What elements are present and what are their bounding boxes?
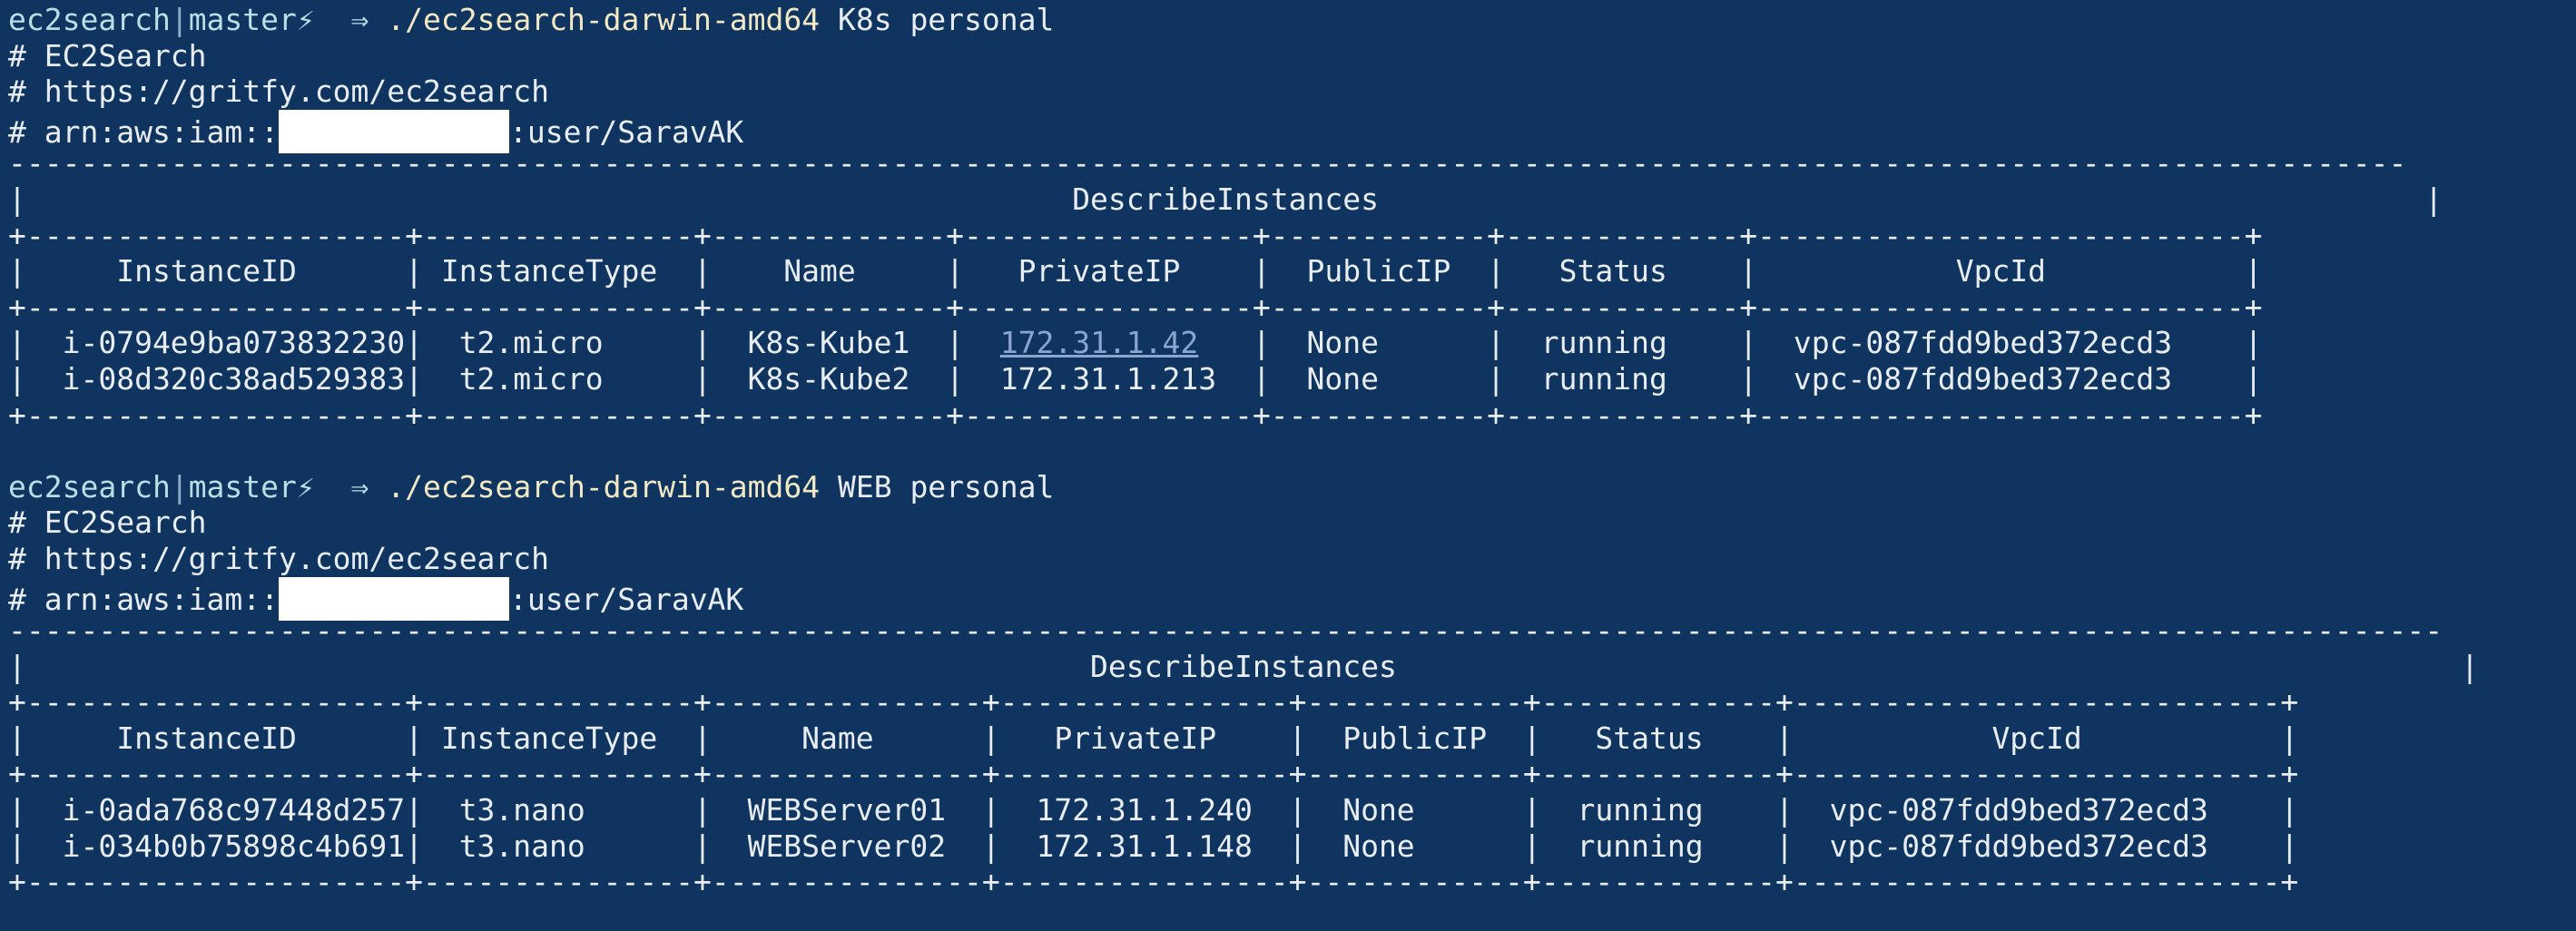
arn-prefix: # arn:aws:iam:: (8, 581, 280, 617)
prompt-separator: | (170, 468, 189, 505)
command-prompt-line: ec2search|master⚡ ⇒ ./ec2search-darwin-a… (8, 2, 2576, 38)
prompt-arrow-icon: ⇒ (350, 2, 369, 37)
prompt-directory: ec2search (8, 468, 171, 505)
table-row: | i-0ada768c97448d257| t3.nano | WEBServ… (8, 792, 2576, 828)
table-row-cells-rest: | None | running | vpc-087fdd9bed372ecd3… (1198, 325, 2263, 361)
output-title-line: # EC2Search (8, 37, 207, 74)
command-arguments: WEB personal (837, 468, 1055, 505)
table-top-border: ----------------------------------------… (8, 145, 2407, 181)
output-arn-line: # arn:aws:iam:::user/SaravAK (8, 109, 2576, 153)
arn-suffix: :user/SaravAK (509, 113, 744, 150)
command-prompt-line: ec2search|master⚡ ⇒ ./ec2search-darwin-a… (8, 469, 2576, 505)
table-row-cells: | i-0ada768c97448d257| t3.nano | WEBServ… (8, 792, 2299, 828)
prompt-git-branch: master⚡ (188, 2, 315, 37)
arn-prefix: # arn:aws:iam:: (8, 113, 280, 150)
output-title-line: # EC2Search (8, 505, 207, 541)
table-top-border: ----------------------------------------… (8, 612, 2443, 649)
prompt-git-branch: master⚡ (188, 468, 315, 505)
table-separator: +---------------------+---------------+-… (8, 397, 2263, 433)
private-ip-link[interactable]: 172.31.1.42 (1000, 325, 1199, 360)
table-row: | i-08d320c38ad529383| t2.micro | K8s-Ku… (8, 361, 2576, 397)
output-url-line: # https://gritfy.com/ec2search (8, 74, 550, 110)
table-row-cells: | i-08d320c38ad529383| t2.micro | K8s-Ku… (8, 360, 2263, 397)
command-arguments: K8s personal (837, 2, 1055, 37)
arn-suffix: :user/SaravAK (509, 581, 744, 617)
table-separator: +---------------------+---------------+-… (8, 756, 2299, 792)
table-header-row: | InstanceID | InstanceType | Name | Pri… (8, 253, 2263, 289)
command-executable: ./ec2search-darwin-amd64 (387, 468, 821, 505)
prompt-separator: | (170, 2, 189, 37)
output-arn-line: # arn:aws:iam:::user/SaravAK (8, 576, 2576, 621)
table-row-cells: | i-0794e9ba073832230| t2.micro | K8s-Ku… (8, 325, 1000, 361)
table-header-row: | InstanceID | InstanceType | Name | Pri… (8, 720, 2299, 756)
table-separator: +---------------------+---------------+-… (8, 217, 2263, 253)
prompt-arrow-icon: ⇒ (350, 468, 369, 505)
table-title-row: | DescribeInstances | (8, 181, 2443, 217)
table-row-cells: | i-034b0b75898c4b691| t3.nano | WEBServ… (8, 828, 2299, 864)
terminal-window[interactable]: ec2search|master⚡ ⇒ ./ec2search-darwin-a… (0, 0, 2576, 931)
table-row: | i-034b0b75898c4b691| t3.nano | WEBServ… (8, 828, 2576, 865)
table-separator: +---------------------+---------------+-… (8, 864, 2299, 900)
table-separator: +---------------------+---------------+-… (8, 684, 2299, 720)
command-executable: ./ec2search-darwin-amd64 (387, 2, 821, 37)
table-separator: +---------------------+---------------+-… (8, 289, 2263, 325)
prompt-directory: ec2search (8, 2, 171, 37)
table-row: | i-0794e9ba073832230| t2.micro | K8s-Ku… (8, 325, 2576, 361)
output-url-line: # https://gritfy.com/ec2search (8, 540, 550, 576)
table-title-row: | DescribeInstances | (8, 648, 2479, 684)
